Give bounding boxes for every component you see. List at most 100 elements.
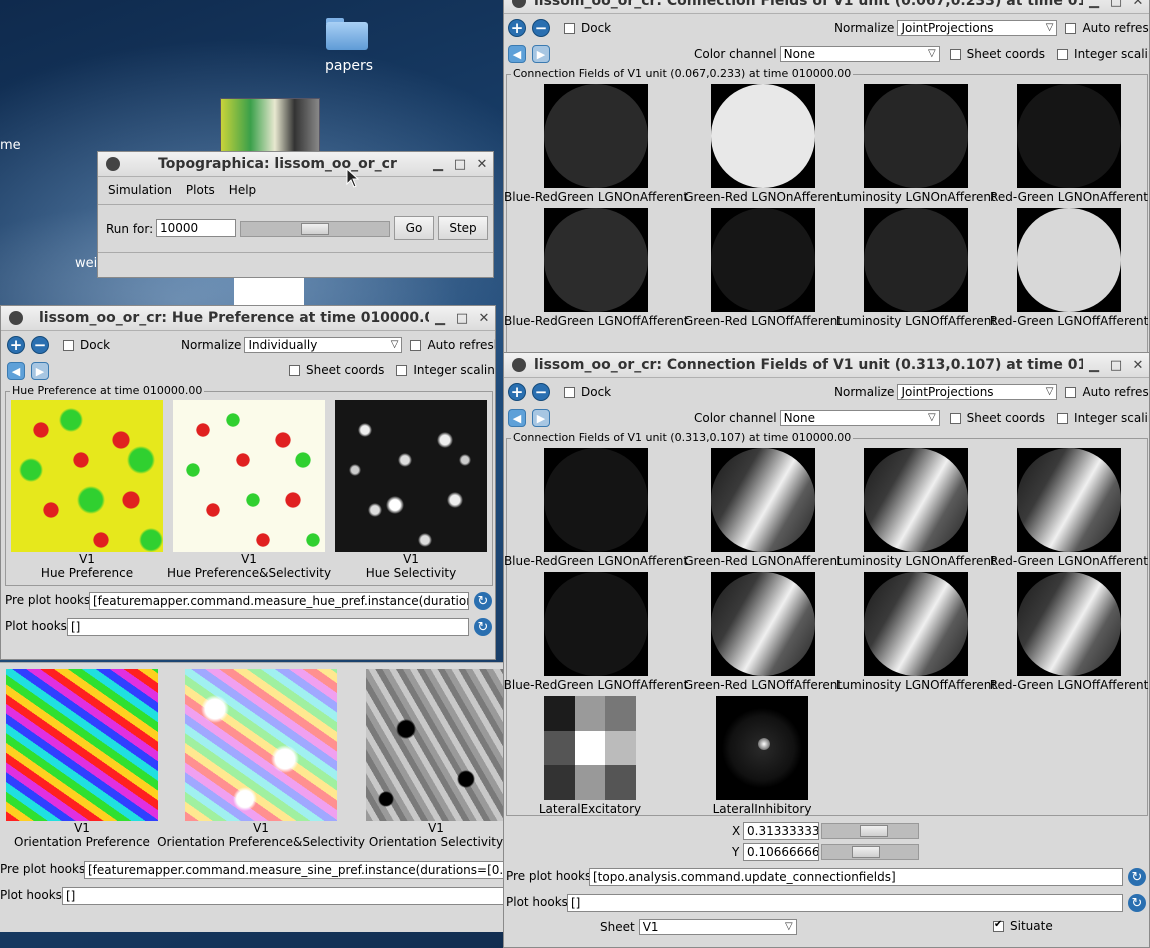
- menu-plots[interactable]: Plots: [186, 183, 215, 197]
- dock-checkbox[interactable]: [564, 22, 575, 34]
- dock-checkbox[interactable]: [63, 339, 74, 351]
- cf-plot[interactable]: Luminosity LGNOnAfferent: [836, 448, 996, 568]
- minimize-icon[interactable]: ▁: [429, 311, 451, 326]
- dock-checkbox[interactable]: [564, 386, 575, 398]
- cf-plot[interactable]: Red-Green LGNOnAfferent: [990, 448, 1148, 568]
- orientation-preference-selectivity-plot[interactable]: V1 Orientation Preference&Selectivity: [157, 669, 365, 851]
- integer-scaling-checkbox[interactable]: [396, 364, 408, 376]
- cf-plot[interactable]: Green-Red LGNOnAfferent: [684, 84, 842, 204]
- auto-refresh-checkbox[interactable]: [410, 339, 422, 351]
- refresh-icon[interactable]: ↻: [474, 592, 492, 610]
- sheet-coords-checkbox[interactable]: [949, 412, 961, 424]
- forward-icon[interactable]: ▶: [31, 362, 49, 380]
- cf-plot[interactable]: Luminosity LGNOffAfferent: [836, 208, 996, 328]
- cf-plot[interactable]: Blue-RedGreen LGNOnAfferent: [504, 448, 688, 568]
- slider-thumb[interactable]: [301, 223, 329, 235]
- close-icon[interactable]: ✕: [471, 157, 493, 172]
- plot-caption: Red-Green LGNOnAfferent: [990, 190, 1148, 204]
- cf-plot[interactable]: Luminosity LGNOnAfferent: [836, 84, 996, 204]
- forward-icon[interactable]: ▶: [532, 45, 550, 63]
- close-icon[interactable]: ✕: [1127, 0, 1149, 9]
- orientation-selectivity-plot[interactable]: V1 Orientation Selectivity: [366, 669, 504, 851]
- slider-thumb[interactable]: [852, 846, 880, 858]
- maximize-icon[interactable]: □: [1105, 0, 1127, 9]
- normalize-select[interactable]: JointProjections ▽: [897, 384, 1058, 400]
- minimize-icon[interactable]: ▁: [1083, 358, 1105, 373]
- maximize-icon[interactable]: □: [449, 157, 471, 172]
- hue-window-titlebar[interactable]: lissom_oo_or_cr: Hue Preference at time …: [1, 306, 495, 331]
- refresh-icon[interactable]: ↻: [474, 618, 492, 636]
- refresh-icon[interactable]: ↻: [1128, 894, 1146, 912]
- folder-icon[interactable]: [326, 14, 370, 50]
- menu-simulation[interactable]: Simulation: [108, 183, 172, 197]
- cf-plot[interactable]: LateralExcitatory: [539, 696, 641, 816]
- auto-refresh-checkbox[interactable]: [1065, 386, 1077, 398]
- zoom-out-icon[interactable]: −: [31, 336, 49, 354]
- normalize-select[interactable]: Individually ▽: [244, 337, 403, 353]
- cf-plot[interactable]: Red-Green LGNOffAfferent: [990, 572, 1148, 692]
- step-button[interactable]: Step: [438, 216, 488, 240]
- cf-plot[interactable]: Blue-RedGreen LGNOnAfferent: [504, 84, 688, 204]
- cf-plot[interactable]: Blue-RedGreen LGNOffAfferent: [504, 208, 689, 328]
- zoom-in-icon[interactable]: +: [508, 19, 526, 37]
- cf-plot[interactable]: Green-Red LGNOffAfferent: [684, 208, 842, 328]
- main-window-titlebar[interactable]: Topographica: lissom_oo_or_cr ▁ □ ✕: [98, 152, 493, 177]
- cf-top-titlebar[interactable]: lissom_oo_or_cr: Connection Fields of V1…: [504, 0, 1149, 14]
- cf-plot[interactable]: Green-Red LGNOffAfferent: [684, 572, 842, 692]
- menu-help[interactable]: Help: [229, 183, 256, 197]
- plot-hooks-input[interactable]: []: [67, 618, 469, 636]
- back-icon[interactable]: ◀: [7, 362, 25, 380]
- auto-refresh-checkbox[interactable]: [1065, 22, 1077, 34]
- plot-hooks-input[interactable]: []: [62, 887, 504, 905]
- minimize-icon[interactable]: ▁: [427, 157, 449, 172]
- integer-scaling-checkbox[interactable]: [1057, 412, 1069, 424]
- run-for-slider[interactable]: [240, 221, 390, 237]
- cf-plot[interactable]: Green-Red LGNOnAfferent: [684, 448, 842, 568]
- forward-icon[interactable]: ▶: [532, 409, 550, 427]
- zoom-in-icon[interactable]: +: [7, 336, 25, 354]
- minimize-icon[interactable]: ▁: [1083, 0, 1105, 9]
- desktop-thumbnail[interactable]: [220, 98, 320, 152]
- pre-plot-hooks-input[interactable]: [featuremapper.command.measure_sine_pref…: [84, 861, 504, 879]
- sheet-coords-checkbox[interactable]: [949, 48, 961, 60]
- x-coordinate-input[interactable]: 0.313333333: [743, 822, 819, 840]
- hue-preference-selectivity-plot[interactable]: V1 Hue Preference&Selectivity: [167, 400, 331, 582]
- situate-checkbox[interactable]: [993, 919, 1004, 932]
- window-title: lissom_oo_or_cr: Connection Fields of V1…: [534, 357, 1083, 373]
- cf-bottom-titlebar[interactable]: lissom_oo_or_cr: Connection Fields of V1…: [504, 353, 1149, 378]
- refresh-icon[interactable]: ↻: [1128, 868, 1146, 886]
- sheet-coords-checkbox[interactable]: [289, 364, 300, 376]
- maximize-icon[interactable]: □: [451, 311, 473, 326]
- y-coordinate-input[interactable]: 0.106666666: [743, 843, 819, 861]
- x-coordinate-slider[interactable]: [821, 823, 919, 839]
- back-icon[interactable]: ◀: [508, 409, 526, 427]
- pre-plot-hooks-input[interactable]: [featuremapper.command.measure_hue_pref.…: [89, 592, 469, 610]
- integer-scaling-checkbox[interactable]: [1057, 48, 1069, 60]
- pre-plot-hooks-input[interactable]: [topo.analysis.command.update_connection…: [589, 868, 1123, 886]
- go-button[interactable]: Go: [394, 216, 434, 240]
- run-for-input[interactable]: 10000: [156, 219, 236, 237]
- normalize-select[interactable]: JointProjections ▽: [897, 20, 1058, 36]
- zoom-out-icon[interactable]: −: [532, 19, 550, 37]
- cf-plot[interactable]: Red-Green LGNOffAfferent: [990, 208, 1148, 328]
- back-icon[interactable]: ◀: [508, 45, 526, 63]
- color-channel-select[interactable]: None ▽: [779, 410, 940, 426]
- orientation-preference-plot[interactable]: V1 Orientation Preference: [6, 669, 158, 851]
- cf-plot[interactable]: Luminosity LGNOffAfferent: [836, 572, 996, 692]
- cf-plot[interactable]: Blue-RedGreen LGNOffAfferent: [504, 572, 688, 692]
- close-icon[interactable]: ✕: [473, 311, 495, 326]
- hue-selectivity-plot[interactable]: V1 Hue Selectivity: [335, 400, 487, 582]
- color-channel-label: Color channel: [694, 47, 777, 61]
- color-channel-select[interactable]: None ▽: [779, 46, 940, 62]
- sheet-select[interactable]: V1 ▽: [638, 919, 797, 935]
- maximize-icon[interactable]: □: [1105, 358, 1127, 373]
- hue-preference-plot[interactable]: V1 Hue Preference: [11, 400, 163, 582]
- close-icon[interactable]: ✕: [1127, 358, 1149, 373]
- plot-hooks-input[interactable]: []: [567, 894, 1123, 912]
- y-coordinate-slider[interactable]: [821, 844, 919, 860]
- zoom-in-icon[interactable]: +: [508, 383, 526, 401]
- cf-plot[interactable]: LateralInhibitory: [713, 696, 811, 816]
- slider-thumb[interactable]: [860, 825, 888, 837]
- zoom-out-icon[interactable]: −: [532, 383, 550, 401]
- cf-plot[interactable]: Red-Green LGNOnAfferent: [990, 84, 1148, 204]
